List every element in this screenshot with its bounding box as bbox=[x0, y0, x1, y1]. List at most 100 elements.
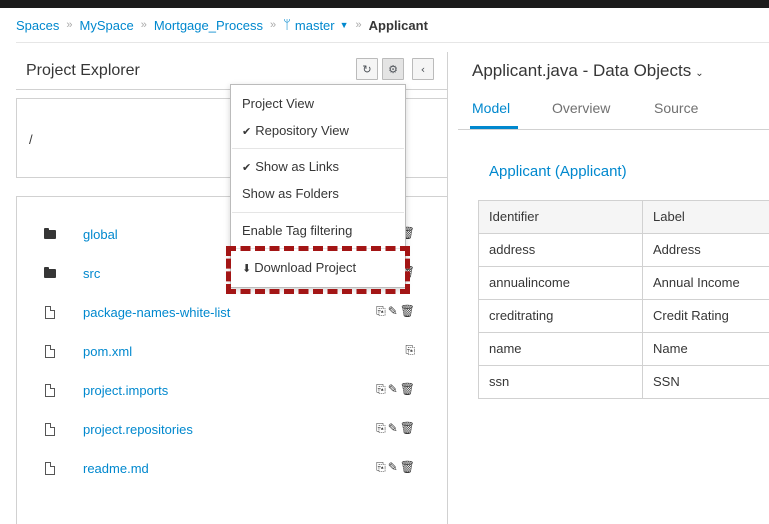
list-item-readme-md[interactable]: readme.md ⎘✎🗑 bbox=[17, 450, 449, 489]
pencil-icon[interactable]: ✎ bbox=[388, 304, 400, 318]
menu-item-enable-tag-filtering[interactable]: Enable Tag filtering bbox=[242, 223, 352, 238]
menu-item-label: Repository View bbox=[255, 123, 349, 138]
data-object-title[interactable]: Applicant (Applicant) bbox=[489, 163, 627, 180]
refresh-icon: ↻ bbox=[362, 62, 372, 76]
chevron-down-icon: ▼ bbox=[339, 20, 349, 30]
pencil-icon[interactable]: ✎ bbox=[388, 382, 400, 396]
menu-divider bbox=[232, 248, 404, 249]
table-row[interactable]: creditrating Credit Rating bbox=[479, 300, 769, 333]
panel-title: Project Explorer bbox=[26, 62, 140, 79]
file-name[interactable]: pom.xml bbox=[83, 344, 132, 359]
breadcrumb-separator: » bbox=[140, 19, 147, 31]
file-actions[interactable]: ⎘✎🗑 bbox=[376, 382, 417, 397]
table-row[interactable]: name Name bbox=[479, 333, 769, 366]
chevron-down-icon: ⌄ bbox=[695, 68, 704, 79]
breadcrumb-project[interactable]: Mortgage_Process bbox=[154, 18, 263, 33]
menu-item-download-project[interactable]: ⬇ Download Project bbox=[242, 260, 356, 275]
collapse-button[interactable]: ‹ bbox=[412, 58, 434, 80]
file-actions[interactable]: ⎘ bbox=[405, 343, 417, 358]
fields-table: Identifier Label address Address annuali… bbox=[478, 200, 769, 399]
cell-label: Address bbox=[653, 242, 701, 257]
file-icon bbox=[45, 306, 55, 319]
menu-item-show-as-links[interactable]: ✔ Show as Links bbox=[242, 159, 339, 174]
file-actions[interactable]: ⎘✎🗑 bbox=[376, 304, 417, 319]
refresh-button[interactable]: ↻ bbox=[356, 58, 378, 80]
settings-dropdown-menu: Project View ✔ Repository View ✔ Show as L… bbox=[230, 84, 406, 288]
file-actions[interactable]: ⎘✎🗑 bbox=[376, 421, 417, 436]
folder-icon bbox=[44, 267, 56, 278]
cell-label: Credit Rating bbox=[653, 308, 729, 323]
editor-title: Applicant.java - Data Objects bbox=[472, 61, 692, 80]
file-icon bbox=[45, 462, 55, 475]
current-path: / bbox=[29, 132, 33, 147]
chevron-left-icon: ‹ bbox=[420, 62, 426, 76]
file-actions[interactable]: ⎘✎🗑 bbox=[376, 460, 417, 475]
cell-identifier: name bbox=[479, 333, 643, 365]
file-icon bbox=[45, 423, 55, 436]
data-objects-editor: Applicant.java - Data Objects ⌄ Model Ove… bbox=[458, 52, 769, 524]
trash-icon[interactable]: 🗑 bbox=[400, 421, 417, 435]
branch-selector[interactable]: ᛘ master ▼ bbox=[283, 18, 348, 33]
list-item-project-repositories[interactable]: project.repositories ⎘✎🗑 bbox=[17, 411, 449, 450]
gear-icon: ⚙ bbox=[388, 62, 398, 76]
table-header-row: Identifier Label bbox=[479, 201, 769, 234]
pencil-icon[interactable]: ✎ bbox=[388, 460, 400, 474]
copy-icon[interactable]: ⎘ bbox=[376, 460, 388, 474]
breadcrumb-current: Applicant bbox=[368, 17, 428, 33]
breadcrumb-separator: » bbox=[269, 19, 277, 31]
trash-icon[interactable]: 🗑 bbox=[400, 460, 417, 474]
file-icon bbox=[45, 384, 55, 397]
cell-identifier: creditrating bbox=[479, 300, 643, 332]
copy-icon[interactable]: ⎘ bbox=[376, 304, 388, 318]
file-icon bbox=[45, 345, 55, 358]
column-header-identifier[interactable]: Identifier bbox=[479, 201, 643, 233]
active-tab-indicator bbox=[470, 126, 518, 129]
list-item-package-names-white-list[interactable]: package-names-white-list ⎘✎🗑 bbox=[17, 294, 449, 333]
pencil-icon[interactable]: ✎ bbox=[388, 421, 400, 435]
tab-source[interactable]: Source bbox=[654, 100, 698, 116]
cell-identifier: ssn bbox=[479, 366, 643, 398]
editor-tabs: Model Overview Source bbox=[458, 90, 769, 130]
editor-title-dropdown[interactable]: Applicant.java - Data Objects ⌄ bbox=[472, 61, 704, 81]
file-name[interactable]: src bbox=[83, 266, 100, 281]
cell-label: Name bbox=[653, 341, 688, 356]
download-icon: ⬇ bbox=[242, 262, 252, 275]
trash-icon[interactable]: 🗑 bbox=[400, 382, 417, 396]
breadcrumb: Spaces » MySpace » Mortgage_Process » ᛘ … bbox=[16, 8, 769, 43]
branch-icon: ᛘ bbox=[283, 17, 291, 33]
table-row[interactable]: ssn SSN bbox=[479, 366, 769, 399]
menu-item-project-view[interactable]: Project View bbox=[242, 96, 314, 111]
copy-icon[interactable]: ⎘ bbox=[405, 343, 417, 357]
menu-divider bbox=[232, 148, 404, 149]
breadcrumb-separator: » bbox=[355, 19, 362, 31]
menu-divider bbox=[232, 212, 404, 213]
tab-overview[interactable]: Overview bbox=[552, 100, 610, 116]
file-name[interactable]: project.repositories bbox=[83, 422, 193, 437]
breadcrumb-spaces[interactable]: Spaces bbox=[16, 18, 59, 33]
check-icon: ✔ bbox=[242, 125, 252, 138]
table-row[interactable]: address Address bbox=[479, 234, 769, 267]
list-item-project-imports[interactable]: project.imports ⎘✎🗑 bbox=[17, 372, 449, 411]
file-name[interactable]: global bbox=[83, 227, 118, 242]
menu-item-show-as-folders[interactable]: Show as Folders bbox=[242, 186, 339, 201]
table-row[interactable]: annualincome Annual Income bbox=[479, 267, 769, 300]
cell-identifier: annualincome bbox=[479, 267, 643, 299]
tab-model[interactable]: Model bbox=[472, 100, 510, 116]
menu-item-repository-view[interactable]: ✔ Repository View bbox=[242, 123, 349, 138]
file-name[interactable]: project.imports bbox=[83, 383, 168, 398]
copy-icon[interactable]: ⎘ bbox=[376, 382, 388, 396]
menu-item-label: Download Project bbox=[254, 260, 357, 275]
breadcrumb-myspace[interactable]: MySpace bbox=[80, 18, 134, 33]
column-header-label[interactable]: Label bbox=[643, 201, 769, 233]
folder-icon bbox=[44, 228, 56, 239]
list-item-pom-xml[interactable]: pom.xml ⎘ bbox=[17, 333, 449, 372]
trash-icon[interactable]: 🗑 bbox=[400, 304, 417, 318]
cell-label: SSN bbox=[653, 374, 680, 389]
top-bar bbox=[0, 0, 769, 8]
settings-button[interactable]: ⚙ bbox=[382, 58, 404, 80]
copy-icon[interactable]: ⎘ bbox=[376, 421, 388, 435]
file-name[interactable]: package-names-white-list bbox=[83, 305, 230, 320]
menu-item-label: Show as Links bbox=[255, 159, 340, 174]
file-name[interactable]: readme.md bbox=[83, 461, 149, 476]
branch-name: master bbox=[294, 17, 335, 33]
